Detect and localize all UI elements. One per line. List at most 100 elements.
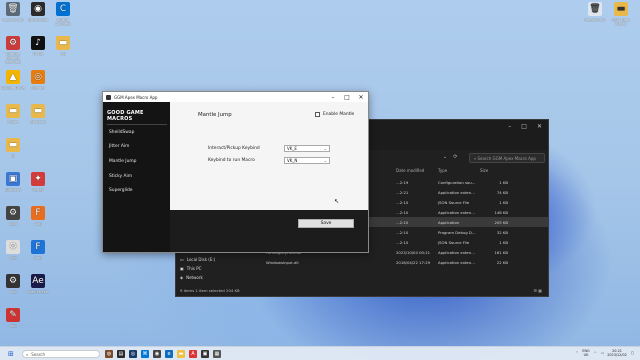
maximize-button[interactable]: □ xyxy=(340,94,354,101)
desktop-icon[interactable]: ⚙ Tools xyxy=(0,206,26,226)
sidebar-item-sticky-aim[interactable]: Sticky Aim xyxy=(109,174,132,179)
file-date: …2:10 xyxy=(396,199,409,205)
sidebar-item-superglide[interactable]: Superglide xyxy=(109,188,133,193)
view-toggle-icons[interactable]: ☰ ▦ xyxy=(533,288,542,293)
nav-item-local-disk[interactable]: ▭ Local Disk (E:) xyxy=(180,255,260,264)
refresh-icon[interactable]: ⟳ xyxy=(453,154,457,160)
desktop-icon[interactable]: Ae After Effects xyxy=(25,274,51,294)
system-tray: ⌃ ENG UK ◠ ◁ 20:21 2023/12/02 ▢ xyxy=(576,349,635,357)
app-icon: ◉ xyxy=(31,2,45,16)
mouse-cursor-icon: ↖ xyxy=(334,198,340,205)
column-size[interactable]: Size xyxy=(480,168,508,173)
explorer-nav-controls: ⌄ ⟳ xyxy=(443,154,457,160)
desktop-icon[interactable]: ⚙ Chrome Remote Desktop xyxy=(0,36,26,64)
terminal-icon[interactable]: ▣ xyxy=(201,350,209,358)
file-size: 161 KB xyxy=(494,249,508,255)
taskbar-search-input[interactable]: ⌕ Search xyxy=(22,350,100,358)
desktop-icon[interactable]: ✦ VeRay xyxy=(25,172,51,192)
enable-mantle-checkbox[interactable] xyxy=(315,112,320,117)
run-macro-keybind-select[interactable]: VK_N ⌄ xyxy=(284,157,330,164)
app-icon: C xyxy=(56,2,70,16)
desktop-icon[interactable]: ▲ Google Drive xyxy=(0,70,26,90)
steam-icon[interactable]: ◎ xyxy=(129,350,137,358)
file-date: …2:19 xyxy=(396,179,409,185)
desktop-icon[interactable]: ▬ GSM Apex Macro xyxy=(608,2,634,26)
close-icon[interactable]: ✕ xyxy=(537,123,542,130)
desktop-icon[interactable]: ✎ Tool xyxy=(0,308,26,328)
file-date: 2018/04/22 17:29 xyxy=(396,259,431,265)
clock[interactable]: 20:21 2023/12/02 xyxy=(607,349,627,357)
minimize-icon[interactable]: – xyxy=(508,123,511,130)
desktop-icon[interactable]: ⚙ Tool xyxy=(0,274,26,294)
desktop-icon[interactable]: ▬ old xyxy=(50,36,76,56)
macro-app-window[interactable]: GGM Apex Macro App – □ ✕ GOOD GAME MACRO… xyxy=(102,91,369,253)
desktop-icon[interactable]: F App xyxy=(25,240,51,260)
app-icon: ▬ xyxy=(56,36,70,50)
sidebar-item-jitter-aim[interactable]: Jitter Aim xyxy=(109,144,129,149)
minimize-button[interactable]: – xyxy=(326,94,340,101)
desktop-icon-label: App xyxy=(34,222,42,226)
close-button[interactable]: ✕ xyxy=(354,94,368,101)
app-icon: ▬ xyxy=(6,104,20,118)
desktop-icon[interactable]: ▣ Shortcut xyxy=(0,172,26,192)
enable-mantle-toggle[interactable]: Enable Mantle xyxy=(315,112,354,117)
chevron-down-icon: ⌄ xyxy=(323,158,327,163)
notification-icon[interactable]: ▢ xyxy=(631,351,634,355)
chevron-up-icon[interactable]: ⌃ xyxy=(576,351,579,355)
desktop-icon[interactable]: ◎ Blender xyxy=(25,70,51,90)
desktop-icon[interactable]: ♪ TikTok xyxy=(25,36,51,56)
desktop-icon-label: Ubisoft Connect xyxy=(55,18,71,26)
desktop-icon[interactable]: C Ubisoft Connect xyxy=(50,2,76,26)
file-date: 2023/10/04 00:21 xyxy=(396,249,431,255)
desktop-icon[interactable]: ▬ fb xyxy=(0,138,26,158)
desktop-icon[interactable]: 🗑 Recycle Bin xyxy=(0,2,26,22)
angular-icon[interactable]: A xyxy=(189,350,197,358)
wifi-icon[interactable]: ◠ xyxy=(594,351,597,355)
desktop-icon[interactable]: ◉ OBS Studio xyxy=(25,2,51,22)
edge-icon[interactable]: e xyxy=(165,350,173,358)
volume-icon[interactable]: ◁ xyxy=(601,351,604,355)
desktop-icon-label: VeRay xyxy=(32,188,44,192)
drive-icon: ▭ xyxy=(180,257,184,262)
app-titlebar[interactable]: GGM Apex Macro App – □ ✕ xyxy=(103,92,368,102)
sidebar-item-mantle-jump[interactable]: Mantle Jump xyxy=(109,159,136,164)
column-type[interactable]: Type xyxy=(438,168,480,173)
sidebar-item-sheildswap[interactable]: SheildSwap xyxy=(109,130,134,135)
desktop-icon[interactable]: F App xyxy=(25,206,51,226)
file-explorer-icon[interactable]: ▬ xyxy=(177,350,185,358)
explorer-column-headers: Date modified Type Size xyxy=(396,168,546,173)
taskbar-app-icon[interactable]: ▦ xyxy=(213,350,221,358)
app-icon: F xyxy=(31,240,45,254)
file-date: …2:10 xyxy=(396,209,409,215)
desktop-icon-label: Shortcut xyxy=(5,188,21,192)
language-indicator[interactable]: ENG UK xyxy=(582,349,589,357)
start-button-icon[interactable]: ⊞ xyxy=(8,350,14,358)
explorer-search-input[interactable]: ⌕ Search GGM Apex Macro App xyxy=(469,153,545,163)
column-date[interactable]: Date modified xyxy=(396,168,438,173)
interact-keybind-select[interactable]: VK_E ⌄ xyxy=(284,145,330,152)
desktop-icon[interactable]: ▬ Shortcut xyxy=(25,104,51,124)
chevron-down-icon[interactable]: ⌄ xyxy=(443,154,447,160)
app-icon: 🗑 xyxy=(588,2,602,16)
app-title: GGM Apex Macro App xyxy=(114,94,158,100)
taskbar-app-icon[interactable]: ◍ xyxy=(105,350,113,358)
obs-icon[interactable]: ◉ xyxy=(153,350,161,358)
table-row[interactable]: WindowsInput.dll 2018/04/22 17:29 Applicat… xyxy=(264,257,549,267)
app-icon: ⚙ xyxy=(6,240,20,254)
desktop-icon[interactable]: 🗑 Recycle Bin xyxy=(582,2,608,22)
save-button[interactable]: Save xyxy=(298,219,354,228)
file-size: 148 KB xyxy=(494,209,508,215)
app-icon xyxy=(106,94,111,100)
enable-mantle-label: Enable Mantle xyxy=(323,112,355,117)
divider xyxy=(107,124,167,125)
nav-item-this-pc[interactable]: ▣ This PC xyxy=(180,264,260,273)
taskbar-app-icon[interactable]: ▤ xyxy=(117,350,125,358)
file-name: WindowsInput.dll xyxy=(266,259,299,265)
desktop-icon[interactable]: ⚙ Tool xyxy=(0,240,26,260)
app-icon: ⚙ xyxy=(6,36,20,50)
app-icon: ▬ xyxy=(614,2,628,16)
nav-item-network[interactable]: ◈ Network xyxy=(180,273,260,282)
taskbar-app-icon[interactable]: ⌘ xyxy=(141,350,149,358)
desktop-icon[interactable]: ▬ Folder xyxy=(0,104,26,124)
maximize-icon[interactable]: □ xyxy=(521,123,527,130)
